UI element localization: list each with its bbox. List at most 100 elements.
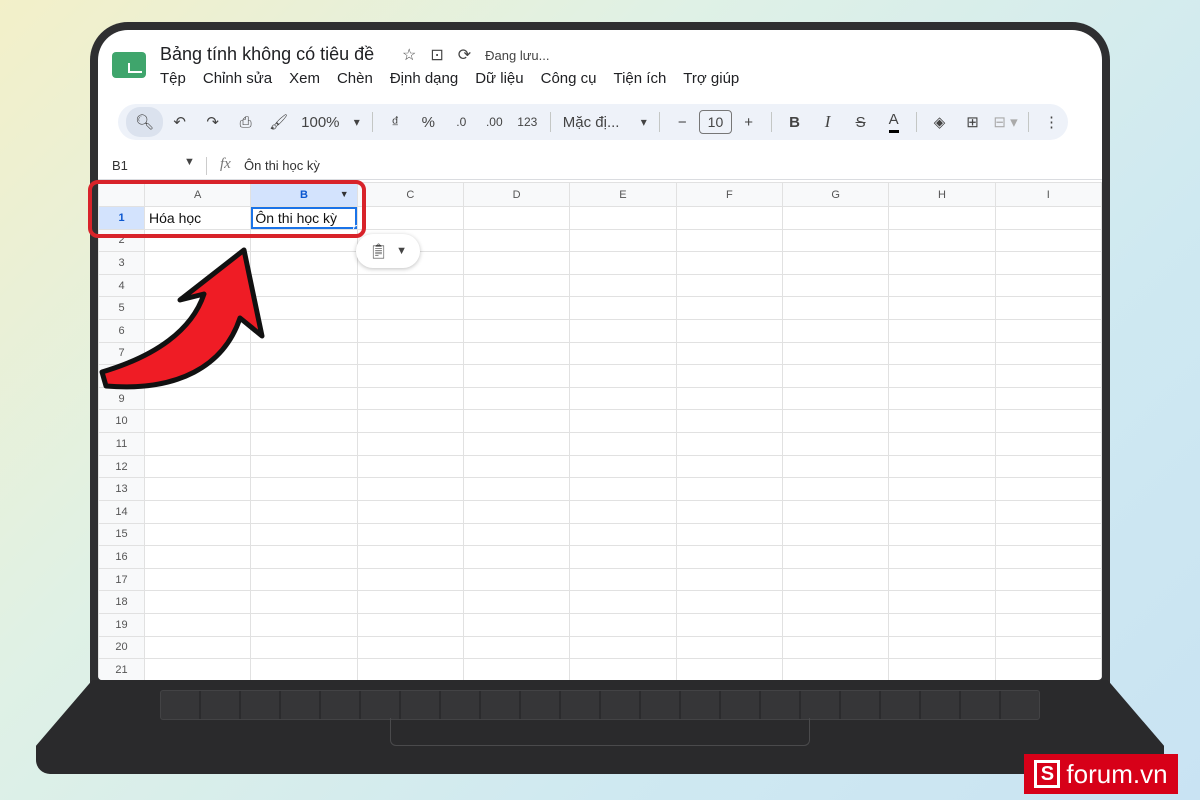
font-select[interactable]: Mặc đị... ▾ — [557, 107, 653, 137]
cell[interactable] — [143, 477, 252, 501]
cell[interactable] — [675, 477, 783, 501]
cell[interactable] — [569, 341, 677, 366]
cell[interactable] — [569, 635, 677, 660]
cell[interactable] — [781, 635, 890, 660]
cell[interactable] — [462, 545, 571, 569]
fill-color-icon[interactable]: ◈ — [923, 107, 956, 137]
cell[interactable] — [781, 409, 890, 434]
cell[interactable] — [356, 658, 464, 680]
cell[interactable] — [569, 545, 677, 569]
merge-cells-icon[interactable]: ⊟ ▾ — [989, 107, 1022, 137]
cell[interactable] — [462, 273, 571, 298]
cell[interactable] — [462, 409, 571, 434]
cell[interactable] — [569, 477, 677, 501]
cell[interactable] — [994, 273, 1102, 298]
cell[interactable] — [888, 386, 996, 411]
cell[interactable] — [781, 386, 890, 411]
menu-edit[interactable]: Chỉnh sửa — [203, 70, 272, 87]
cell[interactable] — [250, 635, 358, 660]
menu-extensions[interactable]: Tiện ích — [613, 70, 666, 87]
decrease-font-size-icon[interactable]: − — [666, 107, 699, 137]
cell[interactable] — [569, 319, 677, 343]
cell[interactable] — [462, 454, 571, 479]
cell[interactable] — [994, 635, 1102, 660]
cell[interactable] — [888, 228, 996, 253]
cell[interactable] — [781, 319, 890, 343]
column-header[interactable]: H — [888, 182, 996, 207]
cell[interactable] — [781, 432, 890, 456]
number-format-button[interactable]: 123 — [511, 107, 544, 137]
decrease-decimal-button[interactable]: .0 — [445, 107, 478, 137]
row-header[interactable]: 12 — [98, 454, 145, 479]
cell[interactable] — [888, 522, 996, 547]
cell[interactable] — [994, 432, 1102, 456]
cell[interactable] — [356, 432, 464, 456]
cell[interactable] — [356, 319, 464, 343]
cell[interactable] — [675, 251, 783, 275]
cell[interactable] — [675, 567, 783, 592]
cell[interactable] — [569, 612, 677, 637]
cell[interactable] — [569, 658, 677, 680]
menu-file[interactable]: Tệp — [160, 70, 186, 87]
cell[interactable] — [888, 364, 996, 388]
cell[interactable] — [462, 658, 571, 680]
cell[interactable] — [462, 477, 571, 501]
cell[interactable] — [888, 567, 996, 592]
cell[interactable] — [994, 296, 1102, 321]
cell[interactable] — [781, 590, 890, 614]
cell[interactable] — [250, 432, 358, 456]
print-icon[interactable]: ⎙ — [229, 107, 262, 137]
menu-data[interactable]: Dữ liệu — [475, 70, 523, 87]
cell[interactable] — [888, 635, 996, 660]
cell[interactable] — [569, 228, 677, 253]
cell[interactable] — [462, 522, 571, 547]
cell[interactable] — [675, 590, 783, 614]
row-header[interactable]: 11 — [98, 432, 145, 456]
cell[interactable] — [569, 567, 677, 592]
text-color-button[interactable]: A — [877, 107, 910, 137]
strikethrough-button[interactable]: S — [844, 107, 877, 137]
cell[interactable] — [143, 499, 252, 524]
cell[interactable] — [250, 409, 358, 434]
cell[interactable] — [569, 454, 677, 479]
cell[interactable] — [888, 296, 996, 321]
cell[interactable] — [462, 635, 571, 660]
cell[interactable] — [888, 499, 996, 524]
cell[interactable] — [143, 409, 252, 434]
cell[interactable] — [569, 296, 677, 321]
cell[interactable] — [250, 499, 358, 524]
cell[interactable] — [994, 522, 1102, 547]
currency-format-button[interactable]: ₫ — [379, 107, 412, 137]
cell[interactable] — [250, 590, 358, 614]
menu-tools[interactable]: Công cụ — [541, 70, 597, 87]
column-header[interactable]: E — [569, 182, 677, 207]
cell[interactable] — [675, 635, 783, 660]
cell[interactable] — [675, 228, 783, 253]
cell[interactable] — [569, 499, 677, 524]
move-folder-icon[interactable]: ⊡ — [430, 45, 443, 65]
cell[interactable] — [994, 364, 1102, 388]
borders-icon[interactable]: ⊞ — [956, 107, 989, 137]
cell[interactable] — [462, 499, 571, 524]
cell[interactable] — [356, 477, 464, 501]
cell[interactable] — [888, 409, 996, 434]
cell[interactable] — [994, 251, 1102, 275]
cell[interactable] — [462, 364, 571, 388]
cell[interactable] — [143, 432, 252, 456]
cell[interactable] — [569, 206, 677, 230]
cell[interactable] — [994, 567, 1102, 592]
cell[interactable] — [250, 612, 358, 637]
cell[interactable] — [143, 612, 252, 637]
row-header[interactable]: 21 — [98, 658, 145, 680]
cell[interactable] — [994, 612, 1102, 637]
cell[interactable] — [143, 522, 252, 547]
cell[interactable] — [781, 273, 890, 298]
cell[interactable] — [462, 386, 571, 411]
cell[interactable] — [569, 386, 677, 411]
cell[interactable] — [888, 251, 996, 275]
cell[interactable] — [888, 319, 996, 343]
cell[interactable] — [994, 228, 1102, 253]
cell[interactable] — [462, 612, 571, 637]
row-header[interactable]: 19 — [98, 612, 145, 637]
cell[interactable] — [356, 635, 464, 660]
